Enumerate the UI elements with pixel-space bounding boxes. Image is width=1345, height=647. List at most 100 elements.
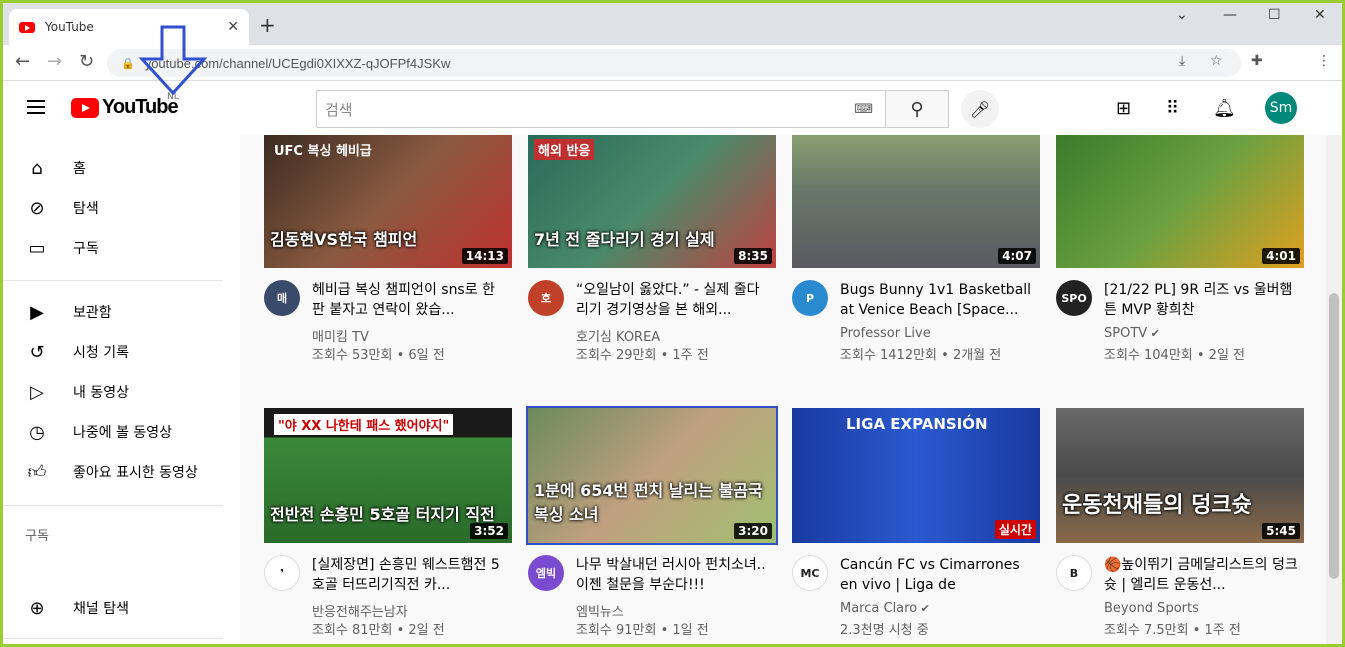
channel-name[interactable]: Beyond Sports <box>1104 601 1199 616</box>
video-title[interactable]: 나무 박살내던 러시아 펀치소녀.. 이젠 철문을 부순다!!! <box>576 555 772 595</box>
create-video-icon[interactable]: ⊞ <box>1116 98 1131 119</box>
search-input[interactable]: 검색 ⌨ <box>316 90 886 128</box>
video-grid: UFC 복싱 헤비급 김동현VS한국 챔피언 14:13 매 헤비급 복싱 챔피언이 s… <box>240 135 1326 644</box>
minimize-icon[interactable]: — <box>1223 7 1237 23</box>
browser-tab[interactable]: YouTube ✕ <box>9 9 249 45</box>
channel-name[interactable]: SPOTV ✔ <box>1104 326 1160 341</box>
forward-icon[interactable]: → <box>47 51 62 72</box>
menu-kebab-icon[interactable]: ⋮ <box>1317 53 1331 69</box>
channel-name[interactable]: 호기심 KOREA <box>576 326 660 345</box>
channel-avatar[interactable]: ❜ <box>264 555 300 591</box>
sidebar-item-watch-later[interactable]: ◷ 나중에 볼 동영상 <box>3 412 223 452</box>
extensions-icon[interactable]: ✚ <box>1251 53 1263 69</box>
video-thumbnail[interactable]: 해외 반응 7년 전 줄다리기 경기 실제 8:35 <box>528 135 776 268</box>
video-title[interactable]: Cancún FC vs Cimarrones en vivo | Liga d… <box>840 555 1036 595</box>
voice-search-button[interactable]: 🎤︎ <box>961 90 999 128</box>
video-thumbnail[interactable]: LIGA EXPANSIÓN 실시간 <box>792 408 1040 543</box>
lock-icon[interactable]: 🔒 <box>121 57 135 70</box>
microphone-icon: 🎤︎ <box>969 99 991 119</box>
video-card[interactable]: 4:07 P Bugs Bunny 1v1 Basketball at Venice… <box>792 135 1040 363</box>
sidebar-item-history[interactable]: ↺ 시청 기록 <box>3 332 223 372</box>
sidebar-item-library[interactable]: ▶ 보관함 <box>3 292 223 332</box>
new-tab-icon[interactable]: + <box>259 13 276 37</box>
video-card[interactable]: 운동천재들의 덩크슛 5:45 B 🏀높이뛰기 금메달리스트의 덩크슛 | 엘리트 운… <box>1056 408 1304 638</box>
close-tab-icon[interactable]: ✕ <box>227 19 239 35</box>
video-card[interactable]: 해외 반응 7년 전 줄다리기 경기 실제 8:35 호 “오일남이 옳았다.” - 실… <box>528 135 776 363</box>
sidebar-item-explore[interactable]: ⊘ 탐색 <box>3 188 223 228</box>
notifications-bell-icon[interactable]: 🔔︎ <box>1213 98 1236 119</box>
video-stats: 조회수 91만회 • 1일 전 <box>576 623 709 638</box>
video-card[interactable]: "야 XX 나한테 패스 했어야지" 전반전 손흥민 5호골 터지기 직전 3:52… <box>264 408 512 638</box>
sidebar-item-label: 좋아요 표시한 동영상 <box>73 465 198 481</box>
duration-badge: 8:35 <box>734 248 772 264</box>
annotation-arrow-icon <box>138 25 208 96</box>
search-button[interactable]: ⚲ <box>885 90 949 128</box>
youtube-play-icon <box>71 97 99 118</box>
channel-name[interactable]: 엠빅뉴스 <box>576 601 624 620</box>
page-scrollbar[interactable] <box>1326 135 1342 644</box>
scrollbar-thumb[interactable] <box>1329 293 1339 579</box>
video-thumbnail[interactable]: "야 XX 나한테 패스 했어야지" 전반전 손흥민 5호골 터지기 직전 3:52 <box>264 408 512 543</box>
video-thumbnail[interactable]: 1분에 654번 펀치 날리는 불곰국 복싱 소녀 3:20 <box>526 406 778 545</box>
channel-avatar[interactable]: 매 <box>264 280 300 316</box>
channel-name[interactable]: Marca Claro ✔ <box>840 601 930 616</box>
home-icon: ⌂ <box>31 157 43 179</box>
channel-avatar[interactable]: 엠빅 <box>528 555 564 591</box>
sidebar-item-my-videos[interactable]: ▷ 내 동영상 <box>3 372 223 412</box>
video-card[interactable]: LIGA EXPANSIÓN 실시간 MC Cancún FC vs Cimarron… <box>792 408 1040 638</box>
youtube-logo[interactable]: YouTube NL <box>71 92 179 119</box>
video-stats: 조회수 81만회 • 2일 전 <box>312 623 445 638</box>
address-bar[interactable]: 🔒 youtube.com/channel/UCEgdi0XIXXZ-qJOFP… <box>107 49 1241 77</box>
channel-avatar[interactable]: SPO <box>1056 280 1092 316</box>
channel-name[interactable]: Professor Live <box>840 326 931 341</box>
channel-avatar[interactable]: B <box>1056 555 1092 591</box>
hamburger-menu-icon[interactable] <box>27 100 45 118</box>
sidebar-item-label: 구독 <box>73 241 99 257</box>
thumbnail-caption-top: "야 XX 나한테 패스 했어야지" <box>274 414 454 435</box>
sidebar-item-subscriptions[interactable]: ▭ 구독 <box>3 228 223 268</box>
tab-search-icon[interactable]: ⌄ <box>1176 7 1188 23</box>
video-title[interactable]: “오일남이 옳았다.” - 실제 줄다리기 경기영상을 본 해외... <box>576 280 772 320</box>
sidebar: ⌂ 홈 ⊘ 탐색 ▭ 구독 ▶ 보관함 ↺ 시청 기록 ▷ 내 동영상 ◷ 나중… <box>3 135 240 644</box>
install-app-icon[interactable]: ⤓ <box>1179 53 1185 69</box>
video-card[interactable]: 1분에 654번 펀치 날리는 불곰국 복싱 소녀 3:20 엠빅 나무 박살내던 러… <box>526 406 778 638</box>
back-icon[interactable]: ← <box>15 51 30 72</box>
channel-name-text: Beyond Sports <box>1104 601 1199 616</box>
video-thumbnail[interactable]: 운동천재들의 덩크슛 5:45 <box>1056 408 1304 543</box>
video-title[interactable]: 헤비급 복싱 챔피언이 sns로 한 판 붙자고 연락이 왔습... <box>312 280 508 320</box>
account-avatar[interactable]: Sm <box>1265 92 1297 124</box>
video-title[interactable]: 🏀높이뛰기 금메달리스트의 덩크슛 | 엘리트 운동선... <box>1104 555 1300 595</box>
video-thumbnail[interactable]: UFC 복싱 헤비급 김동현VS한국 챔피언 14:13 <box>264 135 512 268</box>
video-card[interactable]: UFC 복싱 헤비급 김동현VS한국 챔피언 14:13 매 헤비급 복싱 챔피언이 s… <box>264 135 512 363</box>
channel-name-text: SPOTV <box>1104 326 1148 341</box>
keyboard-icon[interactable]: ⌨ <box>854 102 873 117</box>
channel-name[interactable]: 반응전해주는남자 <box>312 601 408 620</box>
thumbnail-caption: 전반전 손흥민 5호골 터지기 직전 <box>270 505 495 524</box>
library-icon: ▶ <box>30 301 44 323</box>
video-thumbnail[interactable]: 4:01 <box>1056 135 1304 268</box>
sidebar-item-home[interactable]: ⌂ 홈 <box>3 148 223 188</box>
video-stats: 조회수 1412만회 • 2개월 전 <box>840 348 1002 363</box>
maximize-icon[interactable]: ☐ <box>1268 7 1281 23</box>
reload-icon[interactable]: ↻ <box>79 51 94 72</box>
video-thumbnail[interactable]: 4:07 <box>792 135 1040 268</box>
channel-avatar[interactable]: P <box>792 280 828 316</box>
sidebar-item-browse-channels[interactable]: ⊕ 채널 탐색 <box>3 588 223 628</box>
apps-grid-icon[interactable]: ⠿ <box>1166 98 1179 119</box>
video-card[interactable]: 4:01 SPO [21/22 PL] 9R 리즈 vs 울버햄튼 MVP 황희찬 S… <box>1056 135 1304 363</box>
video-stats: 조회수 53만회 • 6일 전 <box>312 348 445 363</box>
video-stats: 조회수 104만회 • 2일 전 <box>1104 348 1246 363</box>
channel-name[interactable]: 매미킴 TV <box>312 326 369 345</box>
video-stats: 2.3천명 시청 중 <box>840 623 929 638</box>
bookmark-star-icon[interactable]: ☆ <box>1210 53 1223 69</box>
video-title[interactable]: Bugs Bunny 1v1 Basketball at Venice Beac… <box>840 280 1036 320</box>
thumbs-up-icon: 👍︎ <box>27 462 47 483</box>
video-title[interactable]: [21/22 PL] 9R 리즈 vs 울버햄튼 MVP 황희찬 <box>1104 280 1300 320</box>
close-window-icon[interactable]: ✕ <box>1314 7 1326 23</box>
channel-avatar[interactable]: MC <box>792 555 828 591</box>
thumbnail-caption-top: UFC 복싱 헤비급 <box>274 144 372 159</box>
thumbnail-caption-top: 해외 반응 <box>534 139 595 160</box>
sidebar-item-liked-videos[interactable]: 👍︎ 좋아요 표시한 동영상 <box>3 452 223 492</box>
video-title[interactable]: [실제장면] 손흥민 웨스트햄전 5호골 터뜨리기직전 카... <box>312 555 508 595</box>
channel-avatar[interactable]: 호 <box>528 280 564 316</box>
